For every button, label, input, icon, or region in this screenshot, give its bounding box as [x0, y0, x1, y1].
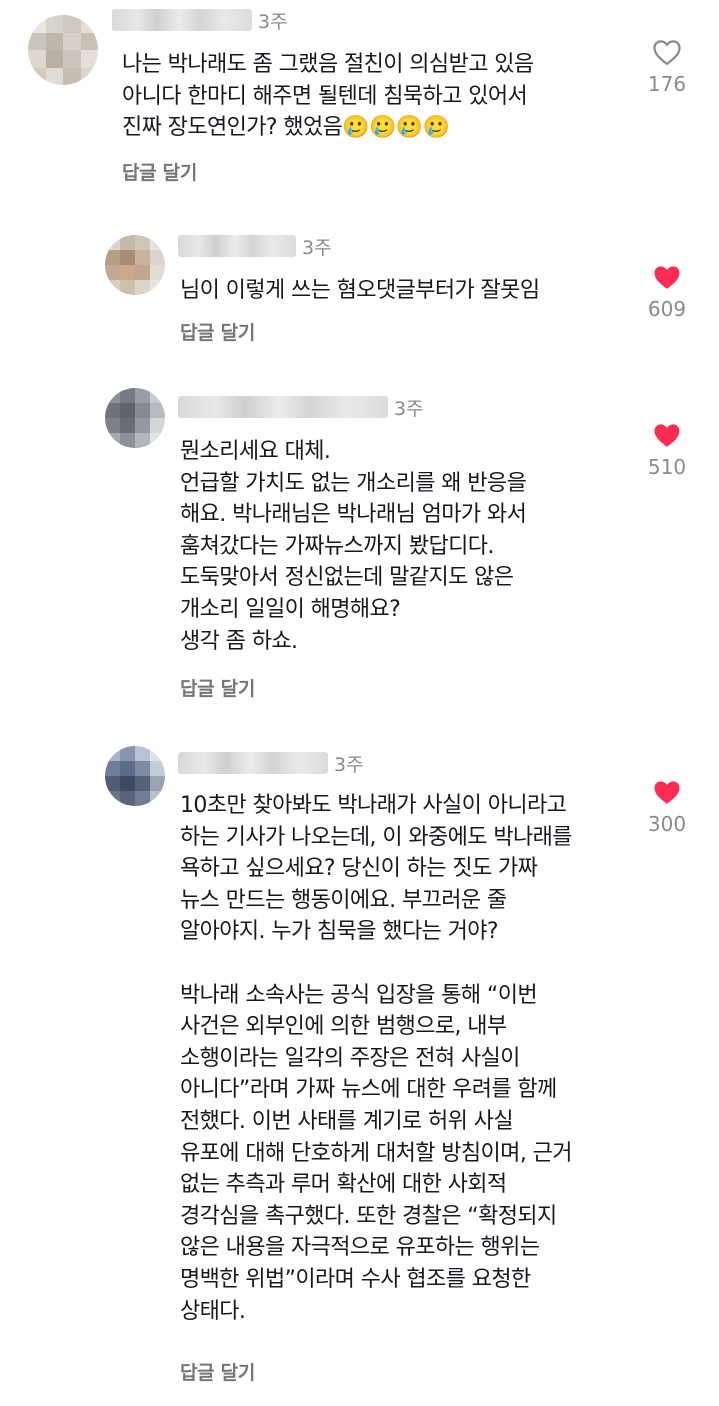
reply-button[interactable]: 답글 달기 — [180, 318, 255, 345]
like-count: 176 — [647, 72, 687, 96]
comment-meta: 3주 — [178, 748, 364, 778]
comment-text: 10초만 찾아봐도 박나래가 사실이 아니라고 하는 기사가 나오는데, 이 와… — [180, 793, 572, 1324]
reply-button[interactable]: 답글 달기 — [180, 674, 255, 701]
like-count: 300 — [647, 812, 687, 836]
heart-outline-icon — [653, 40, 681, 65]
heart-filled-icon — [654, 266, 680, 289]
like-count: 510 — [647, 455, 687, 479]
username-redacted[interactable] — [178, 235, 296, 257]
like-button[interactable]: 609 — [632, 263, 702, 321]
comment-time: 3주 — [334, 753, 364, 776]
like-button[interactable]: 510 — [632, 421, 702, 479]
username-redacted[interactable] — [112, 9, 252, 31]
comment-meta: 3주 — [178, 231, 332, 261]
like-count: 609 — [647, 297, 687, 321]
avatar[interactable] — [105, 388, 165, 448]
reply-button[interactable]: 답글 달기 — [180, 1358, 255, 1385]
username-redacted[interactable] — [178, 752, 328, 774]
like-button[interactable]: 300 — [632, 778, 702, 836]
avatar[interactable] — [28, 15, 98, 85]
like-button[interactable]: 176 — [632, 38, 702, 96]
comment-text: 나는 박나래도 좀 그랬음 절친이 의심받고 있음 아니다 한마디 해주면 될텐… — [122, 52, 534, 141]
comment-time: 3주 — [302, 236, 332, 259]
comment-meta: 3주 — [112, 5, 288, 35]
username-redacted[interactable] — [178, 396, 388, 418]
heart-filled-icon — [654, 424, 680, 447]
reply-button[interactable]: 답글 달기 — [122, 158, 197, 185]
avatar[interactable] — [105, 235, 165, 295]
comment-time: 3주 — [394, 397, 424, 420]
comment-text: 뭔소리세요 대체. 언급할 가치도 없는 개소리를 왜 반응을 해요. 박나래님… — [180, 439, 527, 654]
comment-text: 님이 이렇게 쓰는 혐오댓글부터가 잘못임 — [180, 278, 540, 303]
avatar[interactable] — [105, 746, 165, 806]
heart-filled-icon — [654, 781, 680, 804]
comment-meta: 3주 — [178, 392, 424, 422]
comment-time: 3주 — [258, 10, 288, 33]
